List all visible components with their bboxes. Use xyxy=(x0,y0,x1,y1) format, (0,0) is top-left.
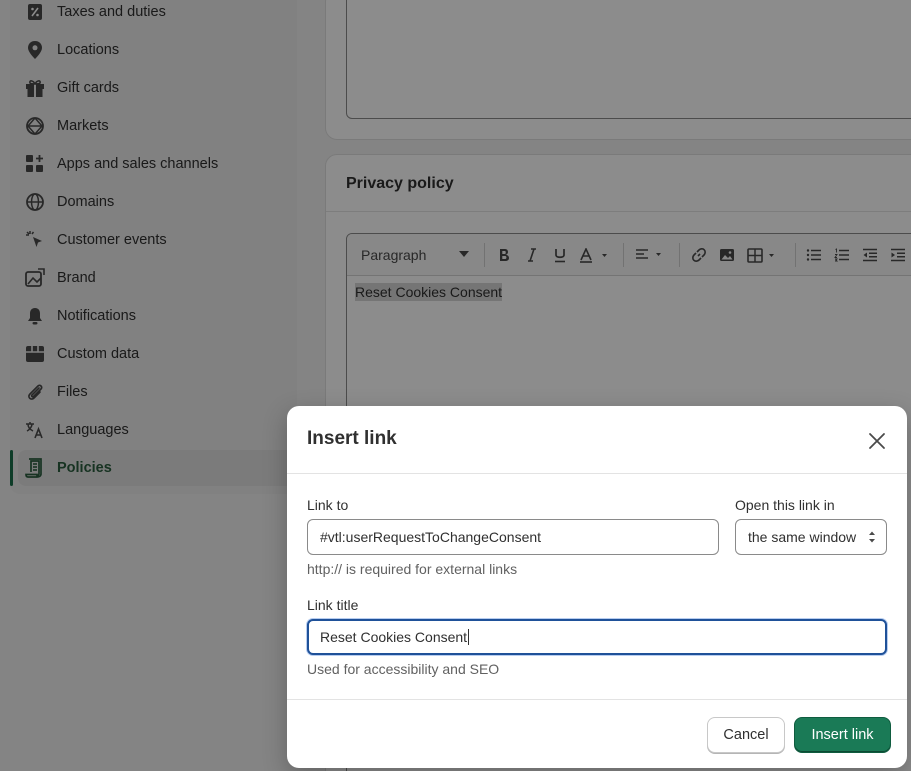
insert-link-modal: Insert link Link to #vtl:userRequestToCh… xyxy=(287,406,907,768)
link-to-help-text: http:// is required for external links xyxy=(307,561,518,577)
cancel-button[interactable]: Cancel xyxy=(707,717,785,753)
modal-title: Insert link xyxy=(307,428,397,449)
open-in-select[interactable]: the same window xyxy=(735,519,887,555)
link-title-input[interactable]: Reset Cookies Consent xyxy=(307,619,887,655)
link-to-value: #vtl:userRequestToChangeConsent xyxy=(320,529,542,545)
close-button[interactable] xyxy=(865,429,889,453)
modal-header: Insert link xyxy=(287,406,907,474)
open-in-value: the same window xyxy=(748,529,857,545)
link-to-input[interactable]: #vtl:userRequestToChangeConsent xyxy=(307,519,719,555)
link-title-value: Reset Cookies Consent xyxy=(320,629,468,645)
close-icon xyxy=(869,433,885,449)
open-in-label: Open this link in xyxy=(735,497,835,513)
modal-footer-divider xyxy=(287,699,907,700)
text-cursor xyxy=(468,629,470,645)
link-title-help-text: Used for accessibility and SEO xyxy=(307,661,500,677)
link-title-label: Link title xyxy=(307,597,359,613)
insert-link-button[interactable]: Insert link xyxy=(794,717,891,753)
select-arrows-icon xyxy=(869,531,875,543)
link-to-label: Link to xyxy=(307,497,349,513)
